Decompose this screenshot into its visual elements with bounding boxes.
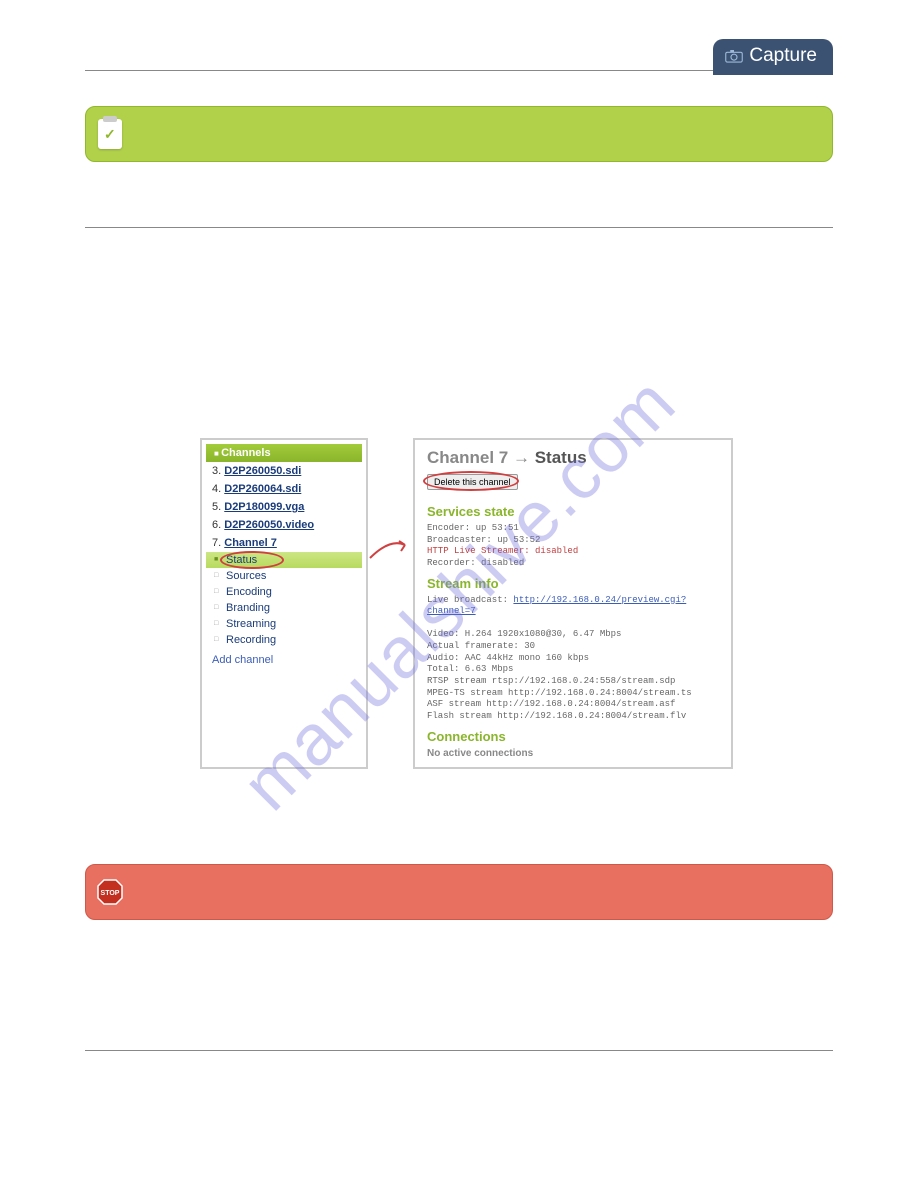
stream-info-heading: Stream info bbox=[427, 576, 719, 591]
sidebar-header: Channels bbox=[206, 444, 362, 462]
channels-sidebar: Channels 3. D2P260050.sdi 4. D2P260064.s… bbox=[200, 438, 368, 769]
services-heading: Services state bbox=[427, 504, 719, 519]
stop-icon: STOP bbox=[96, 878, 124, 906]
panel-title: Channel 7 → Status bbox=[427, 448, 719, 468]
sidebar-sub-streaming[interactable]: Streaming bbox=[206, 616, 362, 632]
clipboard-icon bbox=[98, 119, 122, 149]
add-channel-link[interactable]: Add channel bbox=[206, 648, 362, 672]
footer-divider bbox=[85, 1050, 833, 1051]
tip-callout bbox=[85, 106, 833, 162]
sidebar-item-7[interactable]: 7. Channel 7 bbox=[206, 534, 362, 552]
sidebar-sub-sources[interactable]: Sources bbox=[206, 568, 362, 584]
sidebar-item-4[interactable]: 4. D2P260064.sdi bbox=[206, 480, 362, 498]
sidebar-sub-recording[interactable]: Recording bbox=[206, 632, 362, 648]
capture-tab: Capture bbox=[713, 39, 833, 75]
sidebar-item-3[interactable]: 3. D2P260050.sdi bbox=[206, 462, 362, 480]
red-arrow bbox=[365, 533, 415, 563]
connections-heading: Connections bbox=[427, 729, 719, 744]
services-text: Encoder: up 53:51 Broadcaster: up 53:52 … bbox=[427, 523, 719, 570]
section-divider bbox=[85, 227, 833, 228]
svg-text:STOP: STOP bbox=[101, 890, 120, 897]
camera-icon bbox=[725, 49, 743, 63]
sidebar-sub-branding[interactable]: Branding bbox=[206, 600, 362, 616]
no-connections: No active connections bbox=[427, 748, 719, 759]
live-broadcast: Live broadcast: http://192.168.0.24/prev… bbox=[427, 595, 719, 618]
screenshot-figure: Channels 3. D2P260050.sdi 4. D2P260064.s… bbox=[85, 438, 833, 769]
delete-channel-button[interactable]: Delete this channel bbox=[427, 474, 518, 490]
status-panel: Channel 7 → Status Delete this channel S… bbox=[413, 438, 733, 769]
delete-button-wrap: Delete this channel bbox=[427, 474, 518, 490]
sidebar-sub-status[interactable]: Status bbox=[206, 552, 362, 568]
sidebar-item-5[interactable]: 5. D2P180099.vga bbox=[206, 498, 362, 516]
sidebar-item-6[interactable]: 6. D2P260050.video bbox=[206, 516, 362, 534]
sidebar-sub-encoding[interactable]: Encoding bbox=[206, 584, 362, 600]
warning-callout: STOP bbox=[85, 864, 833, 920]
stream-details: Video: H.264 1920x1080@30, 6.47 Mbps Act… bbox=[427, 629, 719, 723]
capture-label: Capture bbox=[749, 45, 817, 67]
